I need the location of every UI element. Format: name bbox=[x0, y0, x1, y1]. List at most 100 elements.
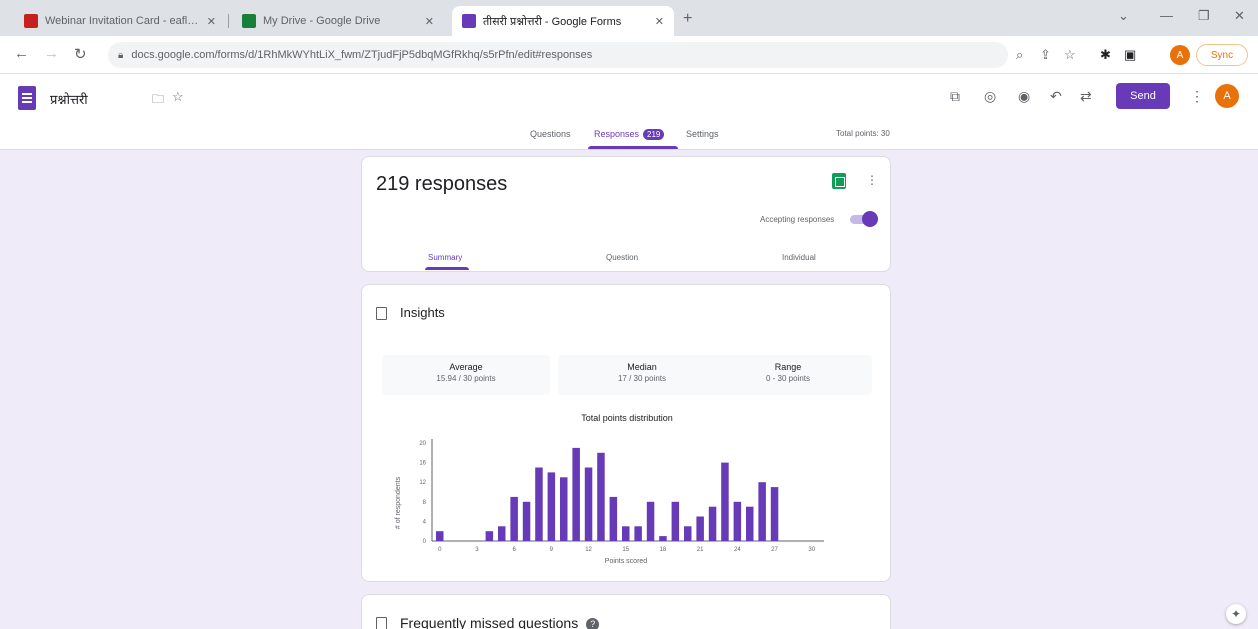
chart-bar[interactable] bbox=[597, 452, 605, 541]
close-window-icon[interactable]: ✕ bbox=[1234, 8, 1245, 24]
palette-icon[interactable]: ◎ bbox=[984, 88, 996, 105]
extensions-icon[interactable]: ✱ bbox=[1100, 47, 1111, 63]
chart-x-tick-label: 0 bbox=[438, 547, 442, 553]
toggle-thumb[interactable] bbox=[862, 211, 878, 227]
chart-bar[interactable] bbox=[572, 447, 580, 541]
browser-profile-avatar[interactable]: A bbox=[1170, 45, 1190, 65]
chart-bar[interactable] bbox=[535, 467, 543, 542]
stat-value: 0 - 30 points bbox=[765, 374, 811, 383]
chart-bar[interactable] bbox=[746, 506, 754, 541]
tab-title: My Drive - Google Drive bbox=[263, 15, 381, 27]
chart-bar[interactable] bbox=[522, 501, 531, 541]
chart-bar[interactable] bbox=[510, 496, 518, 541]
subtab-question[interactable]: Question bbox=[606, 253, 638, 262]
chart-y-axis-label: # of respondents bbox=[395, 476, 402, 529]
tab-settings[interactable]: Settings bbox=[686, 129, 719, 139]
chart-bar[interactable] bbox=[770, 487, 779, 541]
forms-logo-icon[interactable] bbox=[18, 86, 36, 110]
sheets-icon[interactable] bbox=[832, 173, 846, 189]
stat-median: Median 17 / 30 points bbox=[558, 355, 726, 395]
chart-y-tick-label: 16 bbox=[419, 461, 426, 467]
browser-tab-strip: Webinar Invitation Card - eaflyn ✕ My Dr… bbox=[0, 0, 1258, 36]
stat-average: Average 15.94 / 30 points bbox=[382, 355, 550, 395]
bookmark-star-icon[interactable]: ☆ bbox=[1064, 47, 1076, 63]
tab-questions[interactable]: Questions bbox=[530, 129, 571, 139]
forms-header: प्रश्नोत्तरी 🗀︎ ☆ ⧉ ◎ ◉ ↶ ⇄ Send ⋮ A Que… bbox=[0, 74, 1258, 150]
tab-close-icon[interactable]: ✕ bbox=[655, 15, 664, 28]
star-icon[interactable]: ☆ bbox=[172, 89, 184, 105]
minimize-icon[interactable]: — bbox=[1160, 8, 1173, 23]
chart-bar[interactable] bbox=[708, 506, 717, 541]
chart-bar[interactable] bbox=[622, 526, 630, 541]
chart-bar[interactable] bbox=[733, 501, 742, 541]
chart-y-tick-label: 0 bbox=[423, 539, 427, 545]
explore-icon[interactable]: ✦ bbox=[1226, 604, 1246, 624]
response-count-badge: 219 bbox=[643, 129, 665, 140]
browser-tab-webinar[interactable]: Webinar Invitation Card - eaflyn ✕ bbox=[14, 6, 226, 36]
chart-bar[interactable] bbox=[659, 536, 667, 541]
tab-title: तीसरी प्रश्नोत्तरी - Google Forms bbox=[483, 15, 622, 28]
browser-tab-forms[interactable]: तीसरी प्रश्नोत्तरी - Google Forms ✕ bbox=[452, 6, 674, 36]
chart-x-tick-label: 21 bbox=[697, 547, 704, 553]
subtab-individual[interactable]: Individual bbox=[782, 253, 816, 262]
chart-bar[interactable] bbox=[634, 526, 642, 541]
tab-responses[interactable]: Responses 219 bbox=[594, 129, 665, 140]
subtab-summary[interactable]: Summary bbox=[428, 253, 462, 262]
account-avatar[interactable]: A bbox=[1215, 84, 1239, 108]
link-icon[interactable]: ⇄ bbox=[1080, 88, 1092, 105]
zoom-icon[interactable]: ⌕ bbox=[1016, 47, 1023, 63]
send-button[interactable]: Send bbox=[1116, 83, 1170, 109]
chart-bar[interactable] bbox=[609, 496, 618, 541]
chart-bar[interactable] bbox=[560, 477, 568, 541]
chart-bar[interactable] bbox=[584, 467, 593, 542]
faq-title: Frequently missed questions? bbox=[400, 615, 600, 629]
insights-title: Insights bbox=[400, 305, 445, 320]
help-icon[interactable]: ? bbox=[586, 618, 600, 629]
chart-bar[interactable] bbox=[696, 516, 704, 542]
form-tabs: Questions Responses 219 Settings Total po… bbox=[0, 124, 1258, 150]
tab-responses-label: Responses bbox=[594, 129, 640, 139]
url-text: docs.google.com/forms/d/1RhMkWYhtLiX_fwm… bbox=[131, 49, 593, 61]
undo-icon[interactable]: ↶ bbox=[1050, 88, 1062, 105]
forward-icon[interactable]: → bbox=[44, 45, 59, 62]
chart-bar[interactable] bbox=[684, 526, 692, 541]
form-title[interactable]: प्रश्नोत्तरी bbox=[50, 90, 88, 108]
stat-value: 15.94 / 30 points bbox=[436, 374, 496, 383]
sync-button[interactable]: Sync bbox=[1196, 44, 1248, 66]
chart-bar[interactable] bbox=[498, 526, 506, 541]
addon-icon[interactable]: ⧉ bbox=[950, 88, 960, 105]
more-options-icon[interactable]: ⋮ bbox=[1190, 88, 1204, 105]
browser-tab-drive[interactable]: My Drive - Google Drive ✕ bbox=[232, 6, 444, 36]
responses-card: 219 responses ⋮ Accepting responses Summ… bbox=[361, 156, 891, 272]
chart-bar[interactable] bbox=[547, 472, 556, 541]
insights-card: Insights Average 15.94 / 30 points Media… bbox=[361, 284, 891, 582]
chart-x-tick-label: 30 bbox=[808, 547, 815, 553]
chart-bar[interactable] bbox=[671, 501, 680, 541]
tab-close-icon[interactable]: ✕ bbox=[207, 15, 216, 28]
responses-count-title: 219 responses bbox=[376, 173, 508, 195]
new-tab-icon[interactable]: + bbox=[683, 10, 692, 28]
restore-icon[interactable]: ❐ bbox=[1198, 8, 1210, 24]
active-tab-indicator bbox=[588, 146, 678, 149]
tab-search-icon[interactable]: ⌄ bbox=[1118, 8, 1129, 24]
share-icon[interactable]: ⇪ bbox=[1040, 47, 1051, 63]
chart-title: Total points distribution bbox=[581, 413, 673, 423]
address-bar[interactable]: 🔒︎ docs.google.com/forms/d/1RhMkWYhtLiX_… bbox=[108, 42, 1008, 68]
chart-bar[interactable] bbox=[758, 482, 766, 541]
back-icon[interactable]: ← bbox=[14, 45, 29, 62]
chart-x-tick-label: 18 bbox=[660, 547, 667, 553]
insights-icon bbox=[376, 307, 387, 320]
accepting-responses-label: Accepting responses bbox=[760, 215, 835, 224]
reload-icon[interactable]: ↻ bbox=[74, 45, 87, 63]
chart-x-tick-label: 3 bbox=[475, 547, 479, 553]
preview-eye-icon[interactable]: ◉ bbox=[1018, 88, 1030, 105]
chart-bar[interactable] bbox=[485, 531, 494, 541]
chart-bar[interactable] bbox=[721, 462, 729, 541]
tab-close-icon[interactable]: ✕ bbox=[425, 15, 434, 28]
folder-icon[interactable]: 🗀︎ bbox=[152, 90, 164, 111]
tab-favicon-icon bbox=[24, 14, 38, 28]
chart-bar[interactable] bbox=[646, 501, 655, 541]
side-panel-icon[interactable]: ▣ bbox=[1124, 47, 1136, 63]
more-options-icon[interactable]: ⋮ bbox=[866, 173, 878, 187]
chart-bar[interactable] bbox=[436, 531, 444, 541]
